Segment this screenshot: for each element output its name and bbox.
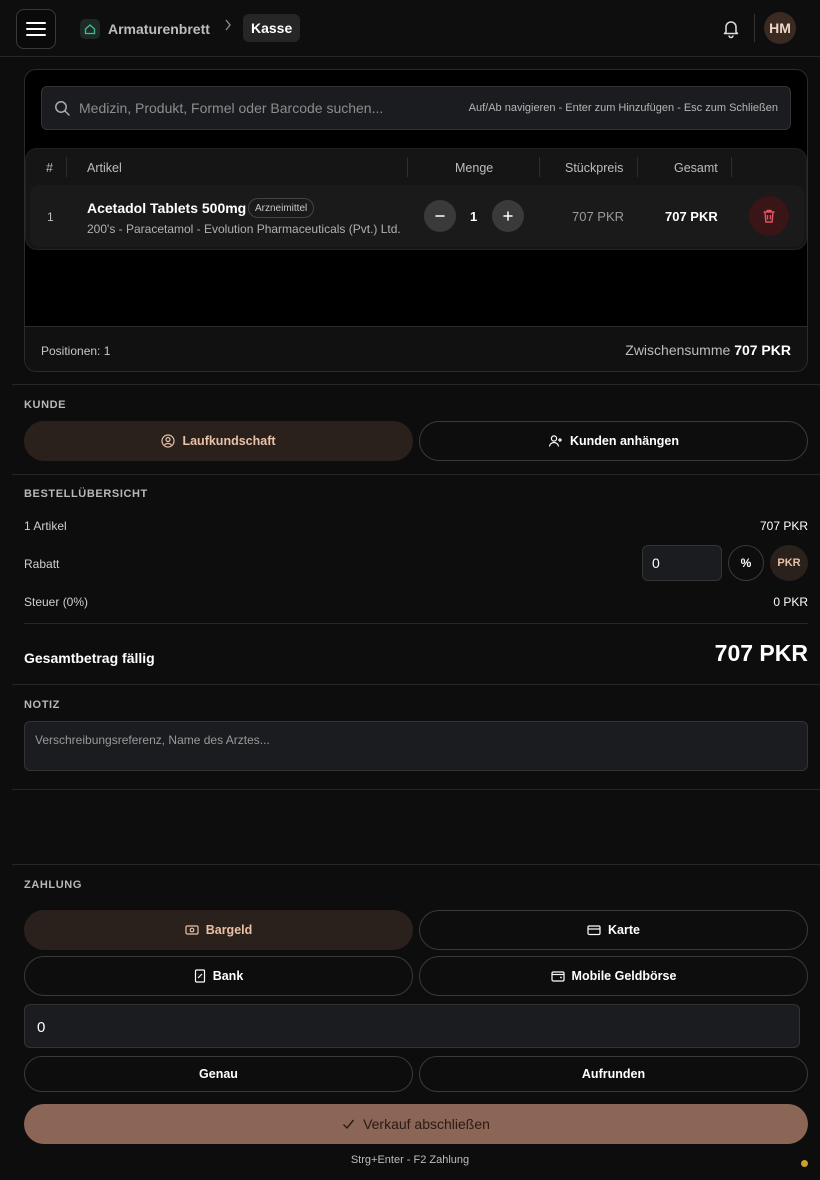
round-up-button[interactable]: Aufrunden: [419, 1056, 808, 1092]
discount-label: Rabatt: [24, 557, 60, 571]
cash-icon: [185, 925, 199, 935]
header-divider: [754, 14, 755, 42]
tax-value: 0 PKR: [773, 595, 808, 609]
cart-panel: Medizin, Produkt, Formel oder Barcode su…: [24, 69, 808, 372]
row-total: 707 PKR: [665, 209, 718, 224]
search-icon: [55, 101, 70, 116]
search-hint: Auf/Ab navigieren - Enter zum Hinzufügen…: [468, 102, 778, 114]
decrease-quantity-button[interactable]: [424, 200, 456, 232]
items-count-label: 1 Artikel: [24, 519, 67, 533]
section-divider: [12, 789, 820, 790]
exact-amount-button[interactable]: Genau: [24, 1056, 413, 1092]
complete-sale-label: Verkauf abschließen: [363, 1116, 490, 1132]
quantity-value: 1: [470, 209, 478, 224]
column-header-total: Gesamt: [674, 161, 718, 175]
payment-method-bank[interactable]: Bank: [24, 956, 413, 996]
status-indicator: [801, 1160, 808, 1167]
hamburger-icon: [26, 22, 46, 36]
breadcrumb-home[interactable]: Armaturenbrett: [80, 16, 210, 42]
bank-receipt-icon: [194, 969, 205, 983]
item-category-badge: Arzneimittel: [248, 198, 315, 218]
user-circle-icon: [161, 434, 176, 448]
column-divider: [66, 157, 67, 177]
minus-icon: [435, 215, 445, 217]
exact-amount-label: Genau: [199, 1067, 238, 1081]
items-value: 707 PKR: [759, 519, 808, 533]
wallet-icon: [550, 971, 565, 982]
discount-currency-toggle[interactable]: PKR: [770, 545, 808, 581]
breadcrumb-home-label: Armaturenbrett: [108, 21, 210, 37]
item-details: 200's - Paracetamol - Evolution Pharmace…: [87, 222, 401, 236]
home-icon: [80, 19, 100, 39]
section-divider: [12, 474, 820, 475]
walk-in-customer-label: Laufkundschaft: [182, 434, 276, 448]
order-summary-title: BESTELLÜBERSICHT: [24, 488, 148, 500]
walk-in-customer-button[interactable]: Laufkundschaft: [24, 421, 413, 461]
notification-bell-icon[interactable]: [720, 17, 742, 39]
keyboard-shortcut-hint: Strg+Enter - F2 Zahlung: [350, 1154, 470, 1166]
section-divider: [12, 684, 820, 685]
row-index: 1: [47, 210, 54, 224]
breadcrumb-separator-icon: [224, 18, 232, 34]
unit-price: 707 PKR: [572, 209, 625, 224]
cart-table: # Artikel Menge Stückpreis Gesamt 1 Acet…: [25, 148, 807, 250]
column-header-index: #: [46, 161, 53, 175]
round-up-label: Aufrunden: [581, 1067, 646, 1081]
attach-customer-button[interactable]: Kunden anhängen: [419, 421, 808, 461]
tendered-amount-value: 0: [37, 1019, 46, 1036]
note-placeholder: Verschreibungsreferenz, Name des Arztes.…: [35, 733, 270, 747]
summary-divider: [24, 623, 808, 624]
complete-sale-button[interactable]: Verkauf abschließen: [24, 1104, 808, 1144]
breadcrumb-current: Kasse: [243, 14, 301, 42]
subtotal-value: 707 PKR: [734, 342, 791, 358]
column-header-item: Artikel: [87, 161, 122, 175]
payment-method-mobile-wallet[interactable]: Mobile Geldbörse: [419, 956, 808, 996]
total-due-value: 707 PKR: [714, 640, 808, 666]
plus-icon: [503, 211, 513, 221]
menu-button[interactable]: [16, 9, 56, 49]
note-field[interactable]: Verschreibungsreferenz, Name des Arztes.…: [24, 721, 808, 771]
payment-method-cash-label: Bargeld: [205, 923, 253, 937]
avatar[interactable]: HM: [764, 12, 796, 44]
discount-percent-toggle[interactable]: %: [728, 545, 764, 581]
column-divider: [539, 157, 540, 177]
tendered-amount-input[interactable]: 0: [24, 1004, 800, 1048]
section-divider: [12, 864, 820, 865]
column-header-unit-price: Stückpreis: [565, 161, 624, 175]
product-search-input[interactable]: Medizin, Produkt, Formel oder Barcode su…: [41, 86, 791, 130]
payment-method-mobile-wallet-label: Mobile Geldbörse: [571, 969, 677, 983]
trash-icon: [763, 209, 775, 223]
subtotal-label: Zwischensumme: [625, 342, 731, 358]
subtotal: Zwischensumme 707 PKR: [625, 342, 791, 358]
customer-section-title: KUNDE: [24, 399, 67, 411]
remove-item-button[interactable]: [749, 196, 789, 236]
item-name: Acetadol Tablets 500mg: [87, 200, 247, 216]
total-due-label: Gesamtbetrag fällig: [24, 650, 155, 666]
payment-method-bank-label: Bank: [212, 969, 244, 983]
table-row[interactable]: 1 Acetadol Tablets 500mg Arzneimittel 20…: [30, 185, 804, 247]
payment-method-card[interactable]: Karte: [419, 910, 808, 950]
payment-section-title: ZAHLUNG: [24, 879, 82, 891]
column-divider: [637, 157, 638, 177]
discount-input[interactable]: 0: [642, 545, 722, 581]
note-section-title: NOTIZ: [24, 699, 60, 711]
section-divider: [12, 384, 820, 385]
credit-card-icon: [587, 925, 601, 936]
payment-method-card-label: Karte: [608, 923, 640, 937]
column-header-quantity: Menge: [455, 161, 494, 175]
positions-count: Positionen: 1: [41, 344, 111, 358]
attach-customer-label: Kunden anhängen: [569, 434, 680, 448]
top-bar: Armaturenbrett Kasse HM: [0, 0, 820, 57]
tax-label: Steuer (0%): [24, 595, 89, 609]
column-divider: [407, 157, 408, 177]
increase-quantity-button[interactable]: [492, 200, 524, 232]
check-icon: [343, 1119, 355, 1130]
user-plus-icon: [548, 435, 562, 447]
cart-footer: Positionen: 1 Zwischensumme 707 PKR: [25, 326, 807, 371]
payment-method-cash[interactable]: Bargeld: [24, 910, 413, 950]
search-placeholder: Medizin, Produkt, Formel oder Barcode su…: [79, 100, 384, 116]
column-divider: [731, 157, 732, 177]
